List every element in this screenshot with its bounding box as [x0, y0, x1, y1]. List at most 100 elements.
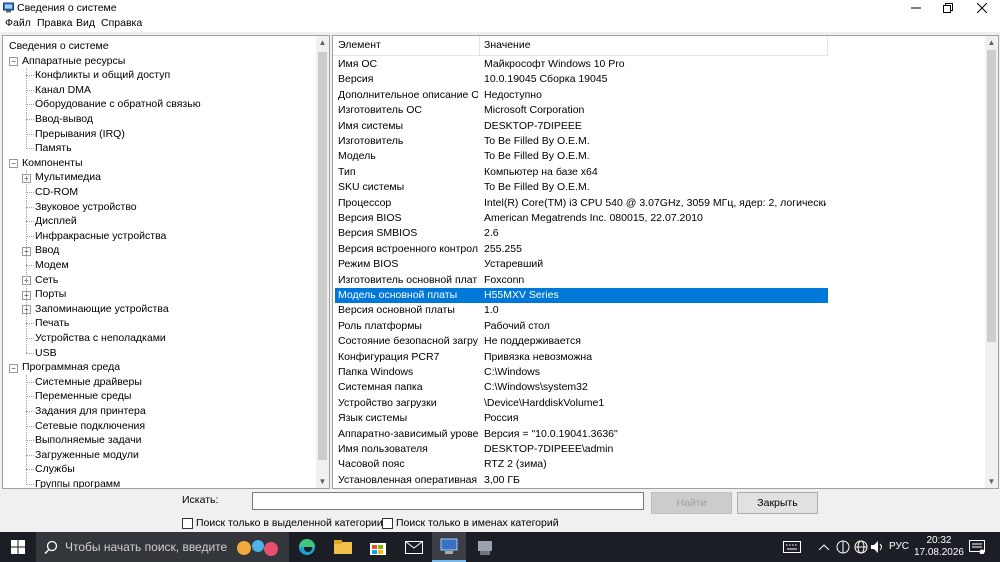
tray-keyboard[interactable]: [780, 532, 804, 562]
tree-item[interactable]: Группы программ: [35, 477, 120, 488]
tree-item[interactable]: Дисплей: [35, 214, 77, 229]
tree-scrollbar[interactable]: ▲ ▼: [316, 36, 329, 488]
table-row[interactable]: Папка Windows C:\Windows: [335, 365, 828, 380]
table-row[interactable]: Версия BIOS American Megatrends Inc. 0800…: [335, 211, 828, 226]
table-row[interactable]: Версия встроенного контролл... 255.255: [335, 242, 828, 257]
details-table[interactable]: Элемент Значение ▲ ▼ Имя ОС Майкрософт Wi…: [332, 35, 999, 489]
table-row[interactable]: Модель основной платы H55MXV Series: [335, 288, 828, 304]
tree-item[interactable]: CD-ROM: [35, 185, 78, 200]
collapse-icon[interactable]: −: [9, 363, 18, 373]
menu-edit[interactable]: Правка: [37, 17, 72, 29]
tree-item[interactable]: Память: [35, 141, 72, 156]
table-row[interactable]: Установленная оперативная п... 3,00 ГБ: [335, 473, 828, 488]
tree-item[interactable]: Порты: [35, 287, 66, 302]
tray-volume[interactable]: [870, 532, 886, 562]
table-row[interactable]: Дополнительное описание ОС Недоступно: [335, 88, 828, 103]
checkbox-box[interactable]: [382, 517, 393, 529]
tree-scroll-thumb[interactable]: [318, 52, 327, 460]
collapse-icon[interactable]: −: [9, 159, 18, 169]
table-row[interactable]: Системная папка C:\Windows\system32: [335, 380, 828, 395]
tray-notifications[interactable]: [964, 532, 990, 562]
find-button[interactable]: Найти: [651, 492, 732, 514]
tree-item[interactable]: USB: [35, 346, 57, 361]
search-input[interactable]: [252, 492, 644, 510]
table-row[interactable]: Имя ОС Майкрософт Windows 10 Pro: [335, 57, 828, 72]
table-row[interactable]: Изготовитель To Be Filled By O.E.M.: [335, 134, 828, 149]
scroll-down-icon[interactable]: ▼: [985, 475, 998, 488]
tree-item[interactable]: Сведения о системе: [9, 39, 109, 54]
tree-item[interactable]: Ввод-вывод: [35, 112, 93, 127]
tray-globe[interactable]: [852, 532, 870, 562]
tree-item[interactable]: Службы: [35, 462, 75, 477]
table-row[interactable]: Версия 10.0.19045 Сборка 19045: [335, 72, 828, 87]
collapse-icon[interactable]: −: [9, 57, 18, 67]
tree-item[interactable]: Канал DMA: [35, 83, 91, 98]
table-row[interactable]: Язык системы Россия: [335, 411, 828, 426]
checkbox-box[interactable]: [182, 517, 193, 529]
table-row[interactable]: Устройство загрузки \Device\HarddiskVolum…: [335, 396, 828, 411]
taskbar-mail[interactable]: [397, 532, 431, 562]
tray-show-hidden[interactable]: [815, 532, 833, 562]
tree-item[interactable]: Переменные среды: [35, 389, 131, 404]
table-row[interactable]: Режим BIOS Устаревший: [335, 257, 828, 272]
minimize-button[interactable]: [900, 0, 932, 16]
tree-item[interactable]: Звуковое устройство: [35, 200, 137, 215]
tree-item[interactable]: Ввод: [35, 243, 59, 258]
tray-network-status[interactable]: [834, 532, 852, 562]
search-selected-category-checkbox[interactable]: Поиск только в выделенной категории: [182, 517, 383, 529]
tree-item[interactable]: Сетевые подключения: [35, 419, 145, 434]
scroll-up-icon[interactable]: ▲: [985, 36, 998, 49]
column-header-value[interactable]: Значение: [479, 36, 828, 55]
tree-item[interactable]: Запоминающие устройства: [35, 302, 169, 317]
tree-item[interactable]: Устройства с неполадками: [35, 331, 166, 346]
tree-item[interactable]: Задания для принтера: [35, 404, 146, 419]
close-window-button[interactable]: [966, 0, 998, 16]
scroll-down-icon[interactable]: ▼: [316, 475, 329, 488]
table-row[interactable]: Версия основной платы 1.0: [335, 303, 828, 318]
close-button[interactable]: Закрыть: [737, 492, 818, 514]
taskbar-explorer[interactable]: [326, 532, 360, 562]
tree-item[interactable]: Конфликты и общий доступ: [35, 68, 170, 83]
start-button[interactable]: [0, 532, 36, 562]
taskbar-system-info[interactable]: [432, 532, 466, 562]
table-row[interactable]: Изготовитель основной платы Foxconn: [335, 273, 828, 288]
tray-clock[interactable]: 20:32 17.08.2026: [914, 535, 964, 559]
tree-item[interactable]: Загруженные модули: [35, 448, 139, 463]
taskbar-edge[interactable]: [290, 532, 324, 562]
tree-item[interactable]: Программная среда: [9, 360, 120, 375]
table-row[interactable]: Процессор Intel(R) Core(TM) i3 CPU 540 @ …: [335, 196, 828, 211]
table-row[interactable]: Состояние безопасной загруз... Не поддерж…: [335, 334, 828, 349]
category-tree[interactable]: ▲ ▼ Сведения о системе Аппаратные ресурсы…: [2, 35, 330, 489]
table-row[interactable]: Имя системы DESKTOP-7DIPEEE: [335, 119, 828, 134]
table-row[interactable]: Роль платформы Рабочий стол: [335, 319, 828, 334]
tree-item[interactable]: Инфракрасные устройства: [35, 229, 166, 244]
table-row[interactable]: Изготовитель ОС Microsoft Corporation: [335, 103, 828, 118]
table-row[interactable]: Версия SMBIOS 2.6: [335, 226, 828, 241]
tree-item[interactable]: Модем: [35, 258, 69, 273]
menu-view[interactable]: Вид: [76, 17, 95, 29]
table-row[interactable]: Часовой пояс RTZ 2 (зима): [335, 457, 828, 472]
tree-item[interactable]: Мультимедиа: [35, 170, 101, 185]
table-row[interactable]: Конфигурация PCR7 Привязка невозможна: [335, 350, 828, 365]
menu-help[interactable]: Справка: [101, 17, 142, 29]
tray-language[interactable]: РУС: [889, 541, 909, 552]
taskbar-search-box[interactable]: Чтобы начать поиск, введите: [36, 532, 289, 562]
tree-item[interactable]: Печать: [35, 316, 69, 331]
tree-item[interactable]: Компоненты: [9, 156, 83, 171]
tree-item[interactable]: Прерывания (IRQ): [35, 127, 125, 142]
tree-item[interactable]: Аппаратные ресурсы: [9, 54, 125, 69]
table-scroll-thumb[interactable]: [987, 50, 996, 342]
tree-item[interactable]: Системные драйверы: [35, 375, 142, 390]
column-header-element[interactable]: Элемент: [333, 36, 480, 55]
tree-item[interactable]: Сеть: [35, 273, 58, 288]
taskbar-store[interactable]: [361, 532, 395, 562]
tree-item[interactable]: Оборудование с обратной связью: [35, 97, 201, 112]
table-row[interactable]: Аппаратно-зависимый уровен... Версия = "1…: [335, 427, 828, 442]
scroll-up-icon[interactable]: ▲: [316, 36, 329, 49]
search-category-names-checkbox[interactable]: Поиск только в именах категорий: [382, 517, 559, 529]
table-row[interactable]: Модель To Be Filled By O.E.M.: [335, 149, 828, 164]
table-row[interactable]: SKU системы To Be Filled By O.E.M.: [335, 180, 828, 195]
menu-file[interactable]: Файл: [5, 17, 31, 29]
table-row[interactable]: Тип Компьютер на базе x64: [335, 165, 828, 180]
table-row[interactable]: Имя пользователя DESKTOP-7DIPEEE\admin: [335, 442, 828, 457]
